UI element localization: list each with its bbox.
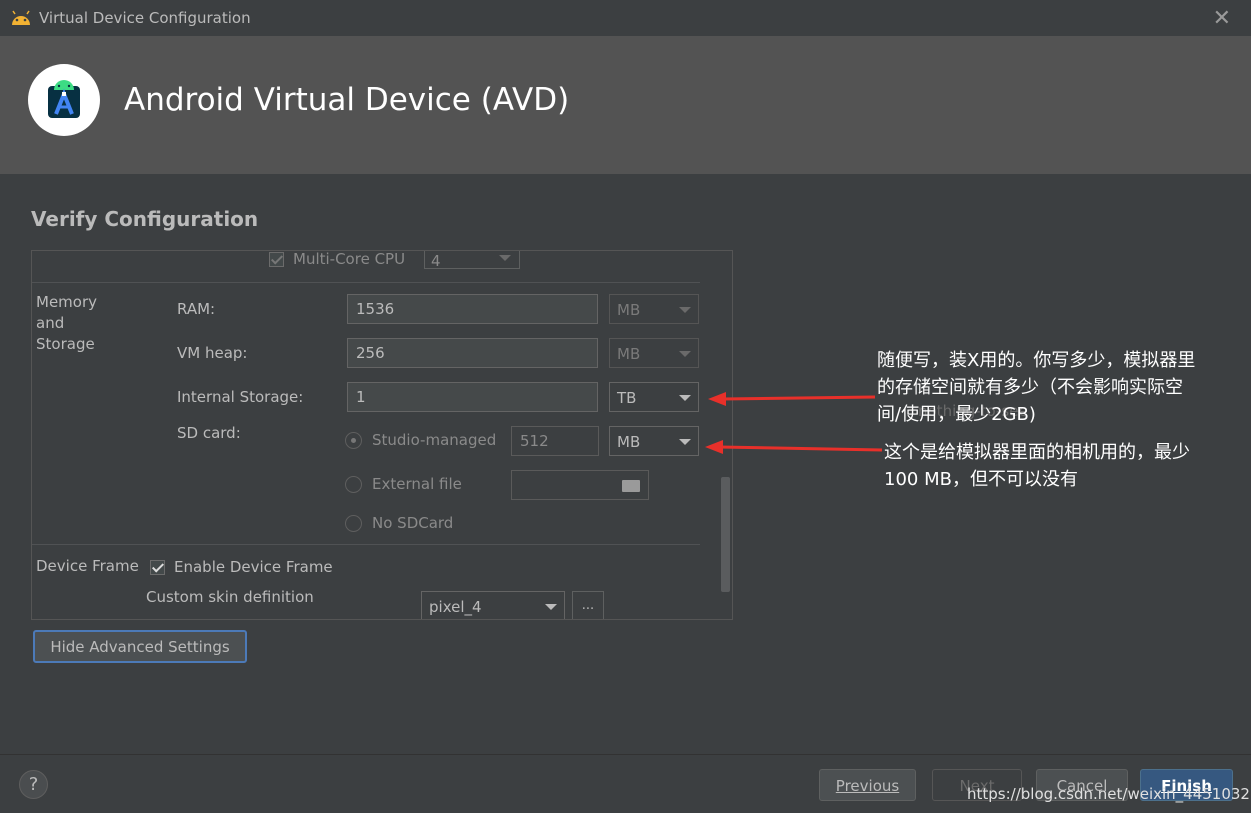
vm-heap-label: VM heap:	[177, 344, 248, 362]
annotation-line: 的存储空间就有多少（不会影响实际空	[877, 377, 1183, 398]
annotation-note-sdcard: 这个是给模拟器里面的相机用的，最少 100 MB，但不可以没有	[884, 439, 1190, 493]
multicore-label: Multi-Core CPU	[293, 250, 406, 268]
annotation-note-storage: 随便写，装X用的。你写多少，模拟器里 的存储空间就有多少（不会影响实际空 间/使…	[877, 347, 1195, 428]
sd-card-unit: MB	[617, 433, 641, 451]
multicore-checkbox[interactable]	[269, 251, 284, 267]
android-studio-logo	[28, 64, 100, 136]
memory-group-label: Memory and Storage	[36, 292, 97, 355]
watermark: https://blog.csdn.net/weixin_44510325	[967, 785, 1251, 803]
annotation-line: 这个是给模拟器里面的相机用的，最少	[884, 442, 1190, 463]
sd-no-sdcard-radio[interactable]: No SDCard	[345, 514, 453, 532]
multicore-value: 4	[431, 252, 441, 270]
skin-more-label: ...	[581, 598, 595, 613]
chevron-down-icon	[545, 604, 557, 610]
title-bar: Virtual Device Configuration ✕	[0, 0, 1251, 36]
hide-advanced-settings-button[interactable]: Hide Advanced Settings	[33, 630, 247, 663]
radio-selected-icon[interactable]	[345, 431, 362, 449]
internal-storage-unit-select[interactable]: TB	[609, 382, 699, 412]
ram-value: 1536	[356, 300, 395, 318]
chevron-down-icon	[679, 395, 691, 401]
previous-button[interactable]: Previous	[819, 769, 916, 801]
divider	[32, 282, 700, 283]
dialog-header: Android Virtual Device (AVD)	[0, 36, 1251, 174]
internal-storage-unit: TB	[617, 389, 637, 407]
ram-label: RAM:	[177, 300, 216, 318]
annotation-line: 间/使用，最少2GB)	[877, 404, 1036, 425]
sd-external-file-radio[interactable]: External file	[345, 475, 462, 493]
enable-device-frame-checkbox[interactable]	[150, 559, 165, 575]
sd-card-size-input[interactable]: 512	[511, 426, 599, 456]
vm-heap-unit: MB	[617, 345, 641, 363]
memory-group-label-line: Storage	[36, 335, 95, 353]
skin-more-button[interactable]: ...	[572, 591, 604, 619]
multicore-row[interactable]: Multi-Core CPU	[269, 250, 406, 268]
hide-advanced-label: Hide Advanced Settings	[50, 638, 230, 656]
internal-storage-value: 1	[356, 388, 366, 406]
sd-card-unit-select[interactable]: MB	[609, 426, 699, 456]
sd-studio-managed-radio[interactable]: Studio-managed	[345, 431, 496, 449]
annotation-line: 100 MB，但不可以没有	[884, 469, 1078, 490]
folder-icon	[622, 480, 640, 492]
sd-external-file-label: External file	[372, 475, 462, 493]
internal-storage-input[interactable]: 1	[347, 382, 598, 412]
vm-heap-unit-select[interactable]: MB	[609, 338, 699, 368]
close-icon[interactable]: ✕	[1213, 6, 1231, 31]
external-file-browse[interactable]	[511, 470, 649, 500]
custom-skin-label: Custom skin definition	[146, 588, 314, 606]
divider	[32, 544, 700, 545]
chevron-down-icon	[679, 439, 691, 445]
enable-device-frame[interactable]: Enable Device Frame	[150, 558, 333, 576]
android-studio-logo-icon	[48, 80, 80, 118]
chevron-down-icon	[679, 307, 691, 313]
chevron-down-icon	[679, 351, 691, 357]
page-title: Android Virtual Device (AVD)	[124, 82, 570, 118]
sd-no-sdcard-label: No SDCard	[372, 514, 454, 532]
chevron-down-icon	[499, 255, 511, 261]
android-icon	[12, 10, 30, 25]
memory-group-label-line: and	[36, 314, 65, 332]
panel-scrollbar[interactable]	[721, 477, 730, 592]
sd-card-size-value: 512	[520, 432, 549, 450]
previous-label: Previous	[835, 777, 900, 795]
section-title: Verify Configuration	[31, 207, 259, 231]
sd-studio-managed-label: Studio-managed	[372, 431, 497, 449]
multicore-select[interactable]: 4	[424, 251, 520, 270]
advanced-settings-panel: Multi-Core CPU 4 Memory and Storage RAM:…	[31, 250, 733, 620]
dialog-footer: ? Previous Next Cancel Finish https://bl…	[0, 754, 1251, 813]
radio-icon[interactable]	[345, 475, 362, 493]
memory-group-label-line: Memory	[36, 293, 98, 311]
skin-value: pixel_4	[429, 598, 482, 616]
skin-select[interactable]: pixel_4	[421, 591, 565, 619]
internal-storage-label: Internal Storage:	[177, 388, 304, 406]
radio-icon[interactable]	[345, 514, 362, 532]
ram-unit-select[interactable]: MB	[609, 294, 699, 324]
help-button[interactable]: ?	[19, 770, 48, 799]
vm-heap-input[interactable]: 256	[347, 338, 598, 368]
ram-input[interactable]: 1536	[347, 294, 598, 324]
ram-unit: MB	[617, 301, 641, 319]
device-frame-label: Device Frame	[36, 557, 139, 575]
vm-heap-value: 256	[356, 344, 385, 362]
enable-device-frame-label: Enable Device Frame	[174, 558, 333, 576]
sd-card-label: SD card:	[177, 424, 241, 442]
annotation-line: 随便写，装X用的。你写多少，模拟器里	[877, 350, 1196, 371]
window-title: Virtual Device Configuration	[39, 9, 251, 27]
